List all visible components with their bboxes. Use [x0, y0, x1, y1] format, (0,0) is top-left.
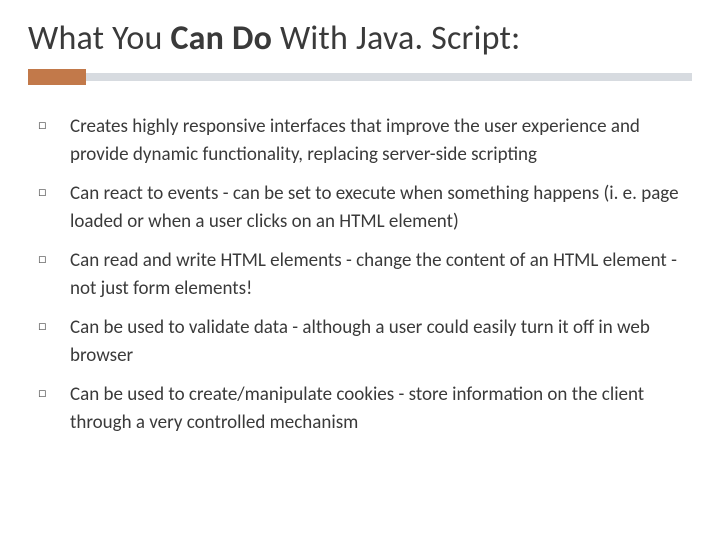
title-part1: What You [28, 18, 170, 59]
list-item: Can read and write HTML elements - chang… [70, 247, 692, 302]
accent-grey [28, 73, 692, 81]
title-part3: With Java. Script: [272, 18, 520, 59]
list-item: Creates highly responsive interfaces tha… [70, 113, 692, 168]
bullet-list: Creates highly responsive interfaces tha… [28, 113, 692, 436]
accent-orange [28, 69, 86, 85]
list-item: Can be used to validate data - although … [70, 314, 692, 369]
slide-title: What You Can Do With Java. Script: [28, 18, 692, 59]
title-wrap: What You Can Do With Java. Script: [28, 18, 692, 59]
list-item: Can be used to create/manipulate cookies… [70, 381, 692, 436]
slide: What You Can Do With Java. Script: Creat… [0, 0, 720, 540]
list-item: Can react to events - can be set to exec… [70, 180, 692, 235]
title-part2: Can Do [170, 18, 272, 59]
accent-bar [28, 69, 692, 85]
